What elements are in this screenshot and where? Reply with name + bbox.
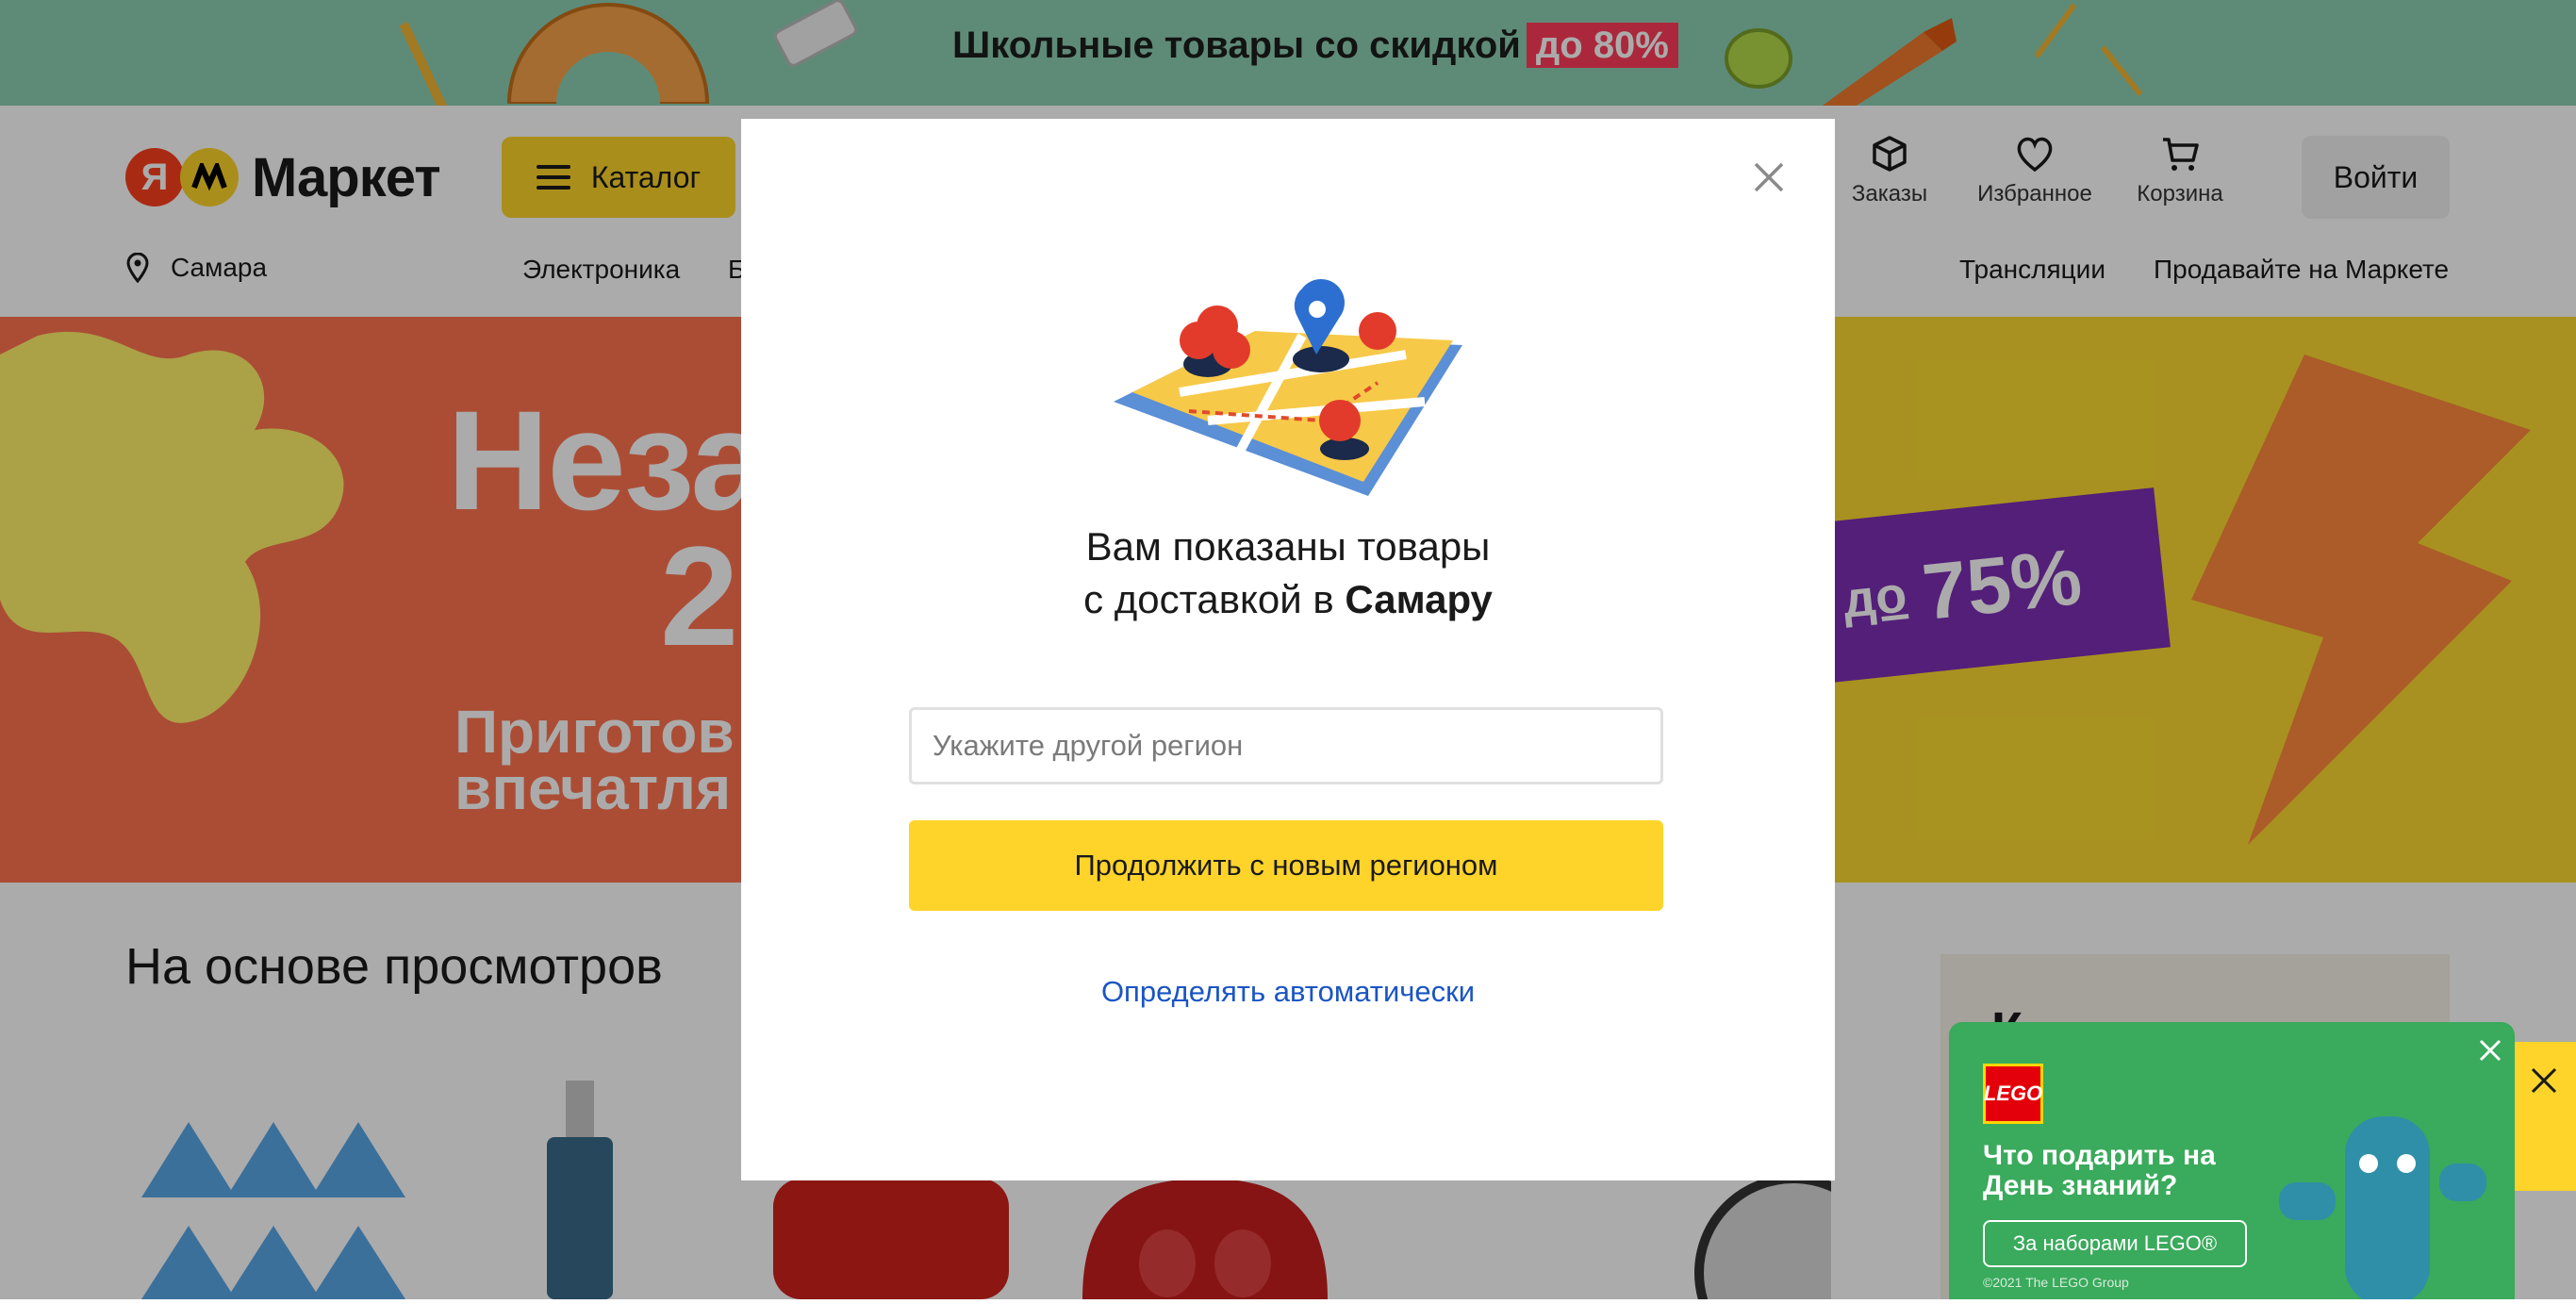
- lego-logo: LEGO: [1983, 1064, 2043, 1124]
- region-modal: Вам показаны товары с доставкой в Самару…: [741, 119, 1835, 1180]
- continue-with-new-region-button[interactable]: Продолжить с новым регионом: [909, 820, 1663, 911]
- close-icon[interactable]: [2530, 1066, 2558, 1095]
- lego-cactus-image: [2279, 1116, 2486, 1299]
- modal-message-line2: с доставкой в Самару: [741, 573, 1835, 626]
- lego-title: Что подарить на День знаний?: [1983, 1140, 2216, 1201]
- modal-message: Вам показаны товары с доставкой в Самару: [741, 520, 1835, 626]
- lego-promo-toast[interactable]: LEGO Что подарить на День знаний? За наб…: [1949, 1022, 2515, 1299]
- region-input[interactable]: [909, 707, 1663, 784]
- close-icon[interactable]: [1752, 160, 1786, 194]
- map-pins-illustration: [1114, 279, 1462, 496]
- modal-message-prefix: с доставкой в: [1083, 577, 1334, 621]
- lego-copyright: ©2021 The LEGO Group: [1983, 1275, 2129, 1290]
- modal-city-name: Самару: [1345, 577, 1493, 621]
- modal-message-line1: Вам показаны товары: [1085, 524, 1491, 569]
- side-tab[interactable]: [2515, 1042, 2576, 1191]
- close-icon[interactable]: [2479, 1039, 2502, 1062]
- detect-automatically-link[interactable]: Определять автоматически: [741, 975, 1835, 1009]
- lego-cta-button[interactable]: За наборами LEGO®: [1983, 1220, 2247, 1267]
